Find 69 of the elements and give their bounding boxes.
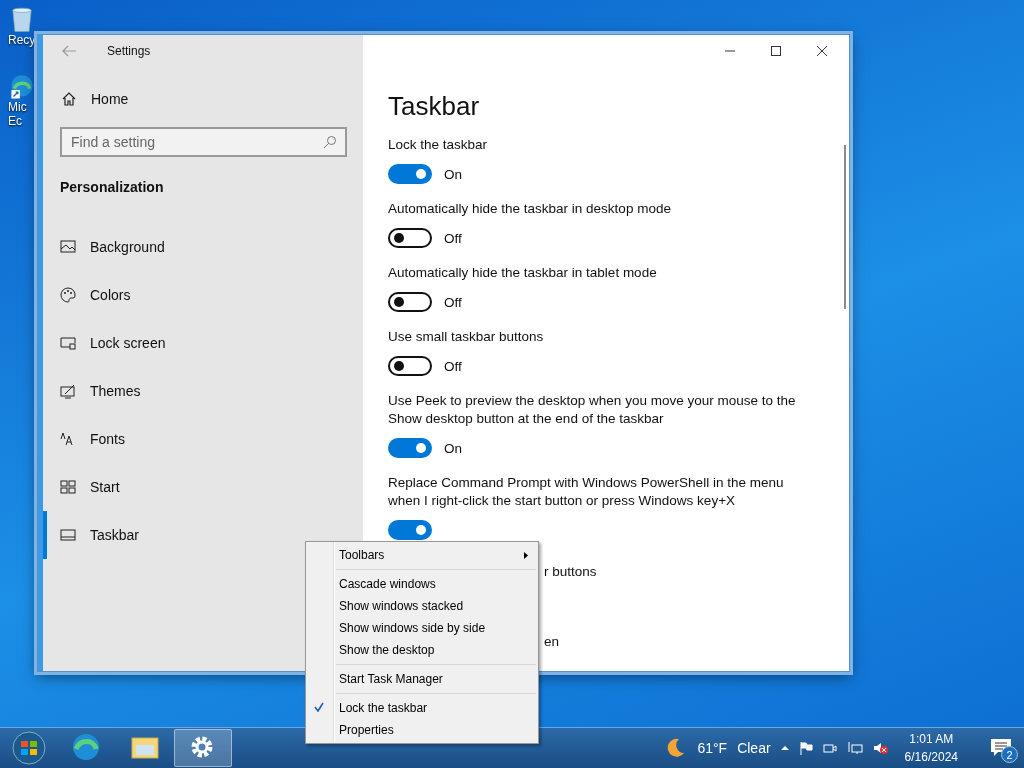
clock[interactable]: 1:01 AM 6/16/2024 bbox=[904, 730, 958, 766]
home-nav-item[interactable]: Home bbox=[61, 91, 363, 107]
menu-item[interactable]: Lock the taskbar bbox=[306, 697, 538, 719]
sidebar-nav-item[interactable]: Colors bbox=[43, 271, 263, 319]
toggle-state-label: On bbox=[444, 166, 462, 182]
toggle-state-label: On bbox=[444, 440, 462, 456]
clock-time: 1:01 AM bbox=[909, 731, 954, 748]
section-heading: Personalization bbox=[60, 179, 165, 195]
taskbar-button[interactable] bbox=[174, 729, 232, 767]
search-field[interactable]: Find a setting bbox=[60, 127, 347, 157]
speaker-muted-icon[interactable] bbox=[872, 741, 889, 755]
sidebar-nav-item[interactable]: Background bbox=[43, 223, 263, 271]
menu-item[interactable]: Show the desktop bbox=[306, 639, 538, 661]
page-title: Taskbar bbox=[388, 91, 481, 122]
desktop-icon-label[interactable]: Recy bbox=[8, 33, 38, 47]
toggle-switch[interactable] bbox=[388, 228, 432, 248]
toggle-switch[interactable] bbox=[388, 164, 432, 184]
sidebar-nav-item[interactable]: Taskbar bbox=[43, 511, 263, 559]
menu-item[interactable]: Show windows stacked bbox=[306, 595, 538, 617]
setting-label: Lock the taskbar bbox=[388, 136, 489, 154]
toggle-state-label: Off bbox=[444, 358, 462, 374]
network-icon[interactable] bbox=[846, 741, 863, 755]
toggle-state-label: Off bbox=[444, 230, 462, 246]
menu-item[interactable]: Start Task Manager bbox=[306, 668, 538, 690]
notification-count-badge: 2 bbox=[1001, 746, 1018, 763]
toggle-switch[interactable] bbox=[388, 438, 432, 458]
desktop-icon-label[interactable]: Mic Ec bbox=[8, 100, 38, 128]
close-icon[interactable] bbox=[816, 45, 828, 57]
sidebar-nav-item[interactable]: Fonts bbox=[43, 415, 263, 463]
home-icon bbox=[61, 91, 77, 107]
menu-item[interactable]: Show windows side by side bbox=[306, 617, 538, 639]
menu-item[interactable]: Properties bbox=[306, 719, 538, 741]
recycle-bin-icon[interactable] bbox=[10, 6, 34, 33]
weather-condition[interactable]: Clear bbox=[737, 740, 771, 756]
setting-label: r buttons bbox=[544, 564, 598, 579]
sidebar-nav-item[interactable]: Start bbox=[43, 463, 263, 511]
toggle-switch[interactable] bbox=[388, 356, 432, 376]
chevron-up-icon[interactable] bbox=[780, 745, 789, 751]
taskbar-icon bbox=[60, 527, 76, 543]
sidebar-nav-item[interactable]: Lock screen bbox=[43, 319, 263, 367]
picture-icon bbox=[60, 239, 76, 255]
setting-label: Replace Command Prompt with Windows PowerShell in the menu when I right-click the start button or press Windows key+X bbox=[388, 474, 785, 510]
window-title: Settings bbox=[107, 44, 151, 58]
toggle-state-label: Off bbox=[444, 294, 462, 310]
toggle-switch[interactable] bbox=[388, 292, 432, 312]
flag-icon[interactable] bbox=[798, 741, 813, 755]
sidebar-nav-item[interactable]: Themes bbox=[43, 367, 263, 415]
setting-label: Use Peek to preview the desktop when you move your mouse to the Show desktop button at the end of the taskbar bbox=[388, 392, 797, 428]
palette-icon bbox=[60, 287, 76, 303]
search-icon bbox=[323, 135, 337, 149]
tiles-icon bbox=[60, 479, 76, 495]
menu-item[interactable]: Toolbars bbox=[306, 544, 538, 566]
setting-label: en bbox=[544, 634, 561, 649]
brush-monitor-icon bbox=[60, 383, 76, 399]
maximize-icon[interactable] bbox=[770, 45, 782, 57]
scrollbar[interactable] bbox=[844, 145, 846, 309]
setting-label: Automatically hide the taskbar in desktop mode bbox=[388, 200, 672, 218]
setting-label: Use small taskbar buttons bbox=[388, 328, 545, 346]
edge-icon bbox=[72, 733, 102, 763]
toggle-switch[interactable] bbox=[388, 520, 432, 540]
lock-screen-icon bbox=[60, 335, 76, 351]
fonts-icon bbox=[60, 431, 76, 447]
setting-label: Automatically hide the taskbar in tablet mode bbox=[388, 264, 658, 282]
start-orb-icon[interactable] bbox=[12, 731, 46, 765]
clock-date: 6/16/2024 bbox=[904, 749, 958, 766]
menu-item[interactable]: Cascade windows bbox=[306, 573, 538, 595]
edge-icon[interactable] bbox=[10, 73, 34, 100]
camera-icon[interactable] bbox=[822, 741, 837, 755]
weather-temperature[interactable]: 61°F bbox=[697, 740, 728, 756]
